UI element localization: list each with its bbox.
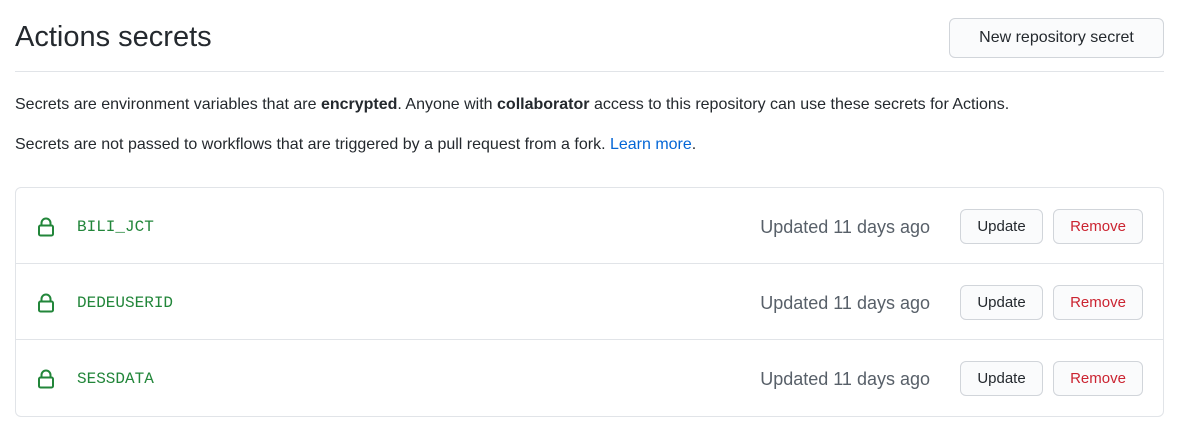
lock-icon bbox=[38, 369, 54, 389]
desc-emphasis-encrypted: encrypted bbox=[320, 96, 398, 113]
remove-secret-button[interactable]: Remove bbox=[1053, 361, 1143, 396]
fork-notice-text: Secrets are not passed to workflows that… bbox=[15, 136, 610, 153]
secret-updated-time: Updated 11 days ago bbox=[760, 369, 930, 389]
update-secret-button[interactable]: Update bbox=[960, 209, 1043, 244]
page-title: Actions secrets bbox=[15, 21, 212, 53]
secrets-description: Secrets are environment variables that a… bbox=[15, 94, 1009, 116]
desc-text: . Anyone with bbox=[397, 96, 498, 113]
secret-name: DEDEUSERID bbox=[77, 294, 174, 312]
secret-name: SESSDATA bbox=[77, 370, 154, 388]
fork-notice-end: . bbox=[691, 136, 697, 153]
desc-text: Secrets are environment variables that a… bbox=[15, 96, 321, 113]
secrets-list: BILI_JCT Updated 11 days ago Update Remo… bbox=[15, 187, 1164, 417]
secret-row: DEDEUSERID Updated 11 days ago Update Re… bbox=[16, 264, 1163, 340]
secret-row: SESSDATA Updated 11 days ago Update Remo… bbox=[16, 340, 1163, 416]
secret-row: BILI_JCT Updated 11 days ago Update Remo… bbox=[16, 188, 1163, 264]
page-header: Actions secrets New repository secret bbox=[15, 0, 1164, 72]
update-secret-button[interactable]: Update bbox=[960, 361, 1043, 396]
lock-icon bbox=[38, 217, 54, 237]
secret-updated-time: Updated 11 days ago bbox=[760, 293, 930, 313]
new-repository-secret-button[interactable]: New repository secret bbox=[949, 18, 1164, 58]
remove-secret-button[interactable]: Remove bbox=[1053, 285, 1143, 320]
secret-name: BILI_JCT bbox=[77, 218, 154, 236]
fork-notice: Secrets are not passed to workflows that… bbox=[15, 134, 696, 156]
desc-text: access to this repository can use these … bbox=[589, 96, 1010, 113]
desc-emphasis-collaborator: collaborator bbox=[497, 96, 590, 113]
lock-icon bbox=[38, 293, 54, 313]
learn-more-link[interactable]: Learn more bbox=[610, 136, 692, 153]
secret-updated-time: Updated 11 days ago bbox=[760, 217, 930, 237]
update-secret-button[interactable]: Update bbox=[960, 285, 1043, 320]
remove-secret-button[interactable]: Remove bbox=[1053, 209, 1143, 244]
